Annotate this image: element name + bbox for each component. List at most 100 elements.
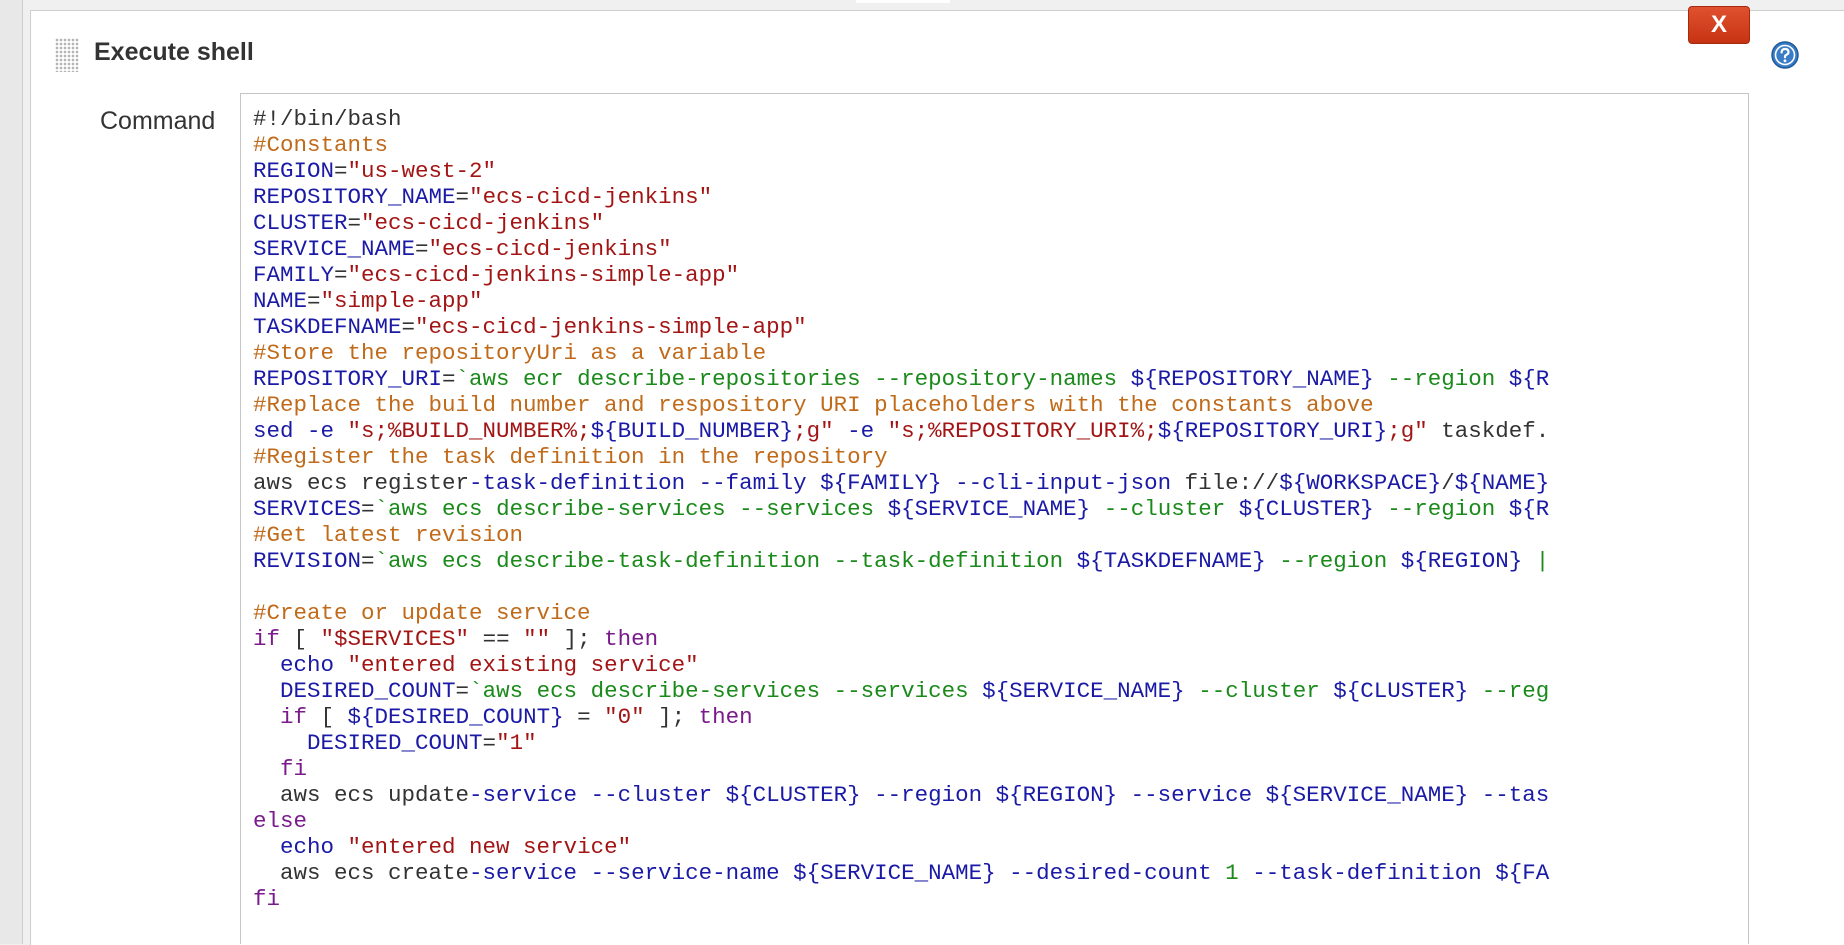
code-token: SERVICES [253,496,362,522]
code-line: REVISION=`aws ecs describe-task-definiti… [253,548,1743,574]
code-line: DESIRED_COUNT=`aws ecs describe-services… [253,678,1743,704]
code-token: = [415,236,429,262]
code-token: ${BUILD_NUMBER} [590,418,794,444]
code-token: ;g" [1387,418,1428,444]
help-icon[interactable] [1771,41,1799,69]
code-line: echo "entered new service" [253,834,1743,860]
code-token: ${TASKDEFNAME} [1076,548,1266,574]
code-line: CLUSTER="ecs-cicd-jenkins" [253,210,1743,236]
code-token: / [1441,470,1455,496]
code-line: aws ecs create-service --service-name ${… [253,860,1743,886]
drag-handle-icon[interactable] [55,38,79,72]
code-token: if [280,704,308,730]
code-token: [ [280,626,321,652]
code-token: | [1522,548,1550,574]
code-token: "0" [604,704,645,730]
code-line: aws ecs register-task-definition --famil… [253,470,1743,496]
code-token: fi [253,886,281,912]
code-line: aws ecs update-service --cluster ${CLUST… [253,782,1743,808]
code-token: = [307,288,321,314]
code-line: echo "entered existing service" [253,652,1743,678]
code-token: #Create or update service [253,600,591,626]
code-token: "" [523,626,551,652]
code-line: #Register the task definition in the rep… [253,444,1743,470]
code-token: #Get latest revision [253,522,524,548]
code-token: ${SERVICE_NAME} [982,678,1185,704]
delete-step-button[interactable]: X [1688,6,1750,44]
code-token: "entered new service" [347,834,632,860]
code-token: = [361,496,375,522]
code-token: #!/bin/bash [253,106,402,132]
code-token: sed -e [253,418,348,444]
code-token: ${CLUSTER} [1333,678,1469,704]
code-token: "ecs-cicd-jenkins" [428,236,672,262]
code-line: #Store the repositoryUri as a variable [253,340,1743,366]
section-title: Execute shell [94,38,254,66]
code-token: "ecs-cicd-jenkins" [469,184,713,210]
code-line: NAME="simple-app" [253,288,1743,314]
code-line: if [ ${DESIRED_COUNT} = "0" ]; then [253,704,1743,730]
code-token: echo [280,652,348,678]
code-token: "entered existing service" [347,652,699,678]
code-token: ${WORKSPACE} [1279,470,1442,496]
code-line: REGION="us-west-2" [253,158,1743,184]
code-token: NAME [253,288,308,314]
code-token: file:// [1184,470,1280,496]
code-token: ${R [1508,496,1550,522]
code-token: `aws ecs describe-services --services [374,496,888,522]
code-token: ${REGION} [1400,548,1523,574]
code-token: "us-west-2" [347,158,497,184]
code-token: -task-definition --family ${FAMILY} --cl… [469,470,1185,496]
code-line: REPOSITORY_NAME="ecs-cicd-jenkins" [253,184,1743,210]
code-token: aws ecs create [253,860,470,886]
code-token: REPOSITORY_NAME [253,184,456,210]
code-token: = [455,184,470,210]
code-token: 1 [1225,860,1239,886]
code-line: REPOSITORY_URI=`aws ecr describe-reposit… [253,366,1743,392]
code-token: CLUSTER [253,210,348,236]
code-token: = [482,730,497,756]
code-line: #Constants [253,132,1743,158]
code-token: DESIRED_COUNT [280,678,456,704]
code-token: ${DESIRED_COUNT} [347,704,564,730]
code-token: "s;%REPOSITORY_URI%; [887,418,1158,444]
code-token: ]; [644,704,699,730]
code-token: ${CLUSTER} [1238,496,1374,522]
code-token: `aws ecs describe-task-definition --task… [374,548,1077,574]
code-token: --region [1373,366,1509,392]
code-token: = [455,678,470,704]
code-line: SERVICES=`aws ecs describe-services --se… [253,496,1743,522]
code-token: = [347,210,362,236]
code-line: TASKDEFNAME="ecs-cicd-jenkins-simple-app… [253,314,1743,340]
code-token: #Store the repositoryUri as a variable [253,340,767,366]
code-token: --region [1265,548,1401,574]
code-token: then [698,704,753,730]
code-token: DESIRED_COUNT [307,730,483,756]
code-line: FAMILY="ecs-cicd-jenkins-simple-app" [253,262,1743,288]
code-token: aws ecs update [253,782,470,808]
code-token: ${SERVICE_NAME} [887,496,1091,522]
code-line: #Get latest revision [253,522,1743,548]
command-code: #!/bin/bash #Constants REGION="us-west-2" R… [253,106,1743,912]
command-textarea[interactable]: #!/bin/bash #Constants REGION="us-west-2" R… [240,93,1749,944]
code-token: ${R [1508,366,1550,392]
code-token: = [401,314,416,340]
code-token: REGION [253,158,335,184]
code-token: ;g" [793,418,834,444]
code-token: -service --service-name ${SERVICE_NAME} … [469,860,1226,886]
code-token: "ecs-cicd-jenkins" [361,210,605,236]
code-token: #Replace the build number and respositor… [253,392,1374,418]
code-token: ${REPOSITORY_URI} [1157,418,1388,444]
code-token: `aws ecs describe-services --services [469,678,983,704]
code-line: SERVICE_NAME="ecs-cicd-jenkins" [253,236,1743,262]
code-token: --task-definition ${FA [1238,860,1550,886]
code-token: -e [833,418,888,444]
code-line: #Create or update service [253,600,1743,626]
code-line: DESIRED_COUNT="1" [253,730,1743,756]
